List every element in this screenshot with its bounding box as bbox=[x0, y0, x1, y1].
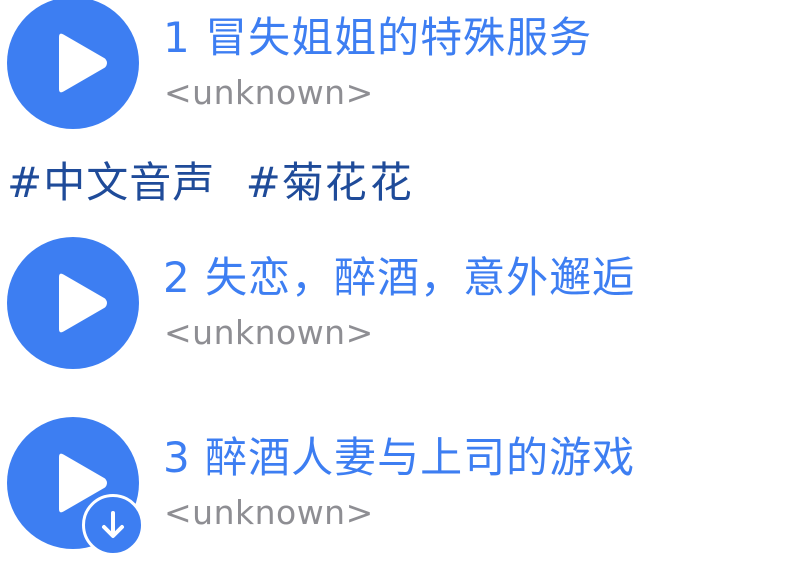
track-title-2: 2 失恋，醉酒，意外邂逅 bbox=[163, 253, 636, 302]
play-icon bbox=[59, 273, 107, 333]
track-title-1: 1 冒失姐姐的特殊服务 bbox=[163, 13, 593, 62]
download-button[interactable] bbox=[82, 494, 144, 556]
track-row-2[interactable]: 2 失恋，醉酒，意外邂逅 <unknown> bbox=[0, 230, 789, 380]
play-icon bbox=[59, 33, 107, 93]
download-arrow-icon bbox=[102, 511, 124, 538]
track-row-1[interactable]: 1 冒失姐姐的特殊服务 <unknown> bbox=[0, 0, 789, 140]
hashtag-chinese-audio[interactable]: #中文音声 bbox=[7, 150, 215, 216]
hashtag-row: #中文音声 #菊花花 bbox=[7, 145, 413, 217]
track-artist-2: <unknown> bbox=[164, 313, 374, 352]
play-button-1[interactable] bbox=[7, 0, 139, 129]
track-artist-1: <unknown> bbox=[164, 73, 374, 112]
track-title-3: 3 醉酒人妻与上司的游戏 bbox=[163, 433, 636, 482]
play-button-2[interactable] bbox=[7, 237, 139, 369]
hashtag-highlighted-text: #菊花 bbox=[245, 158, 368, 207]
track-artist-3: <unknown> bbox=[164, 493, 374, 532]
hashtag-rest-text: 花 bbox=[369, 158, 413, 207]
hashtag-highlighted[interactable]: #菊花 bbox=[239, 145, 390, 217]
